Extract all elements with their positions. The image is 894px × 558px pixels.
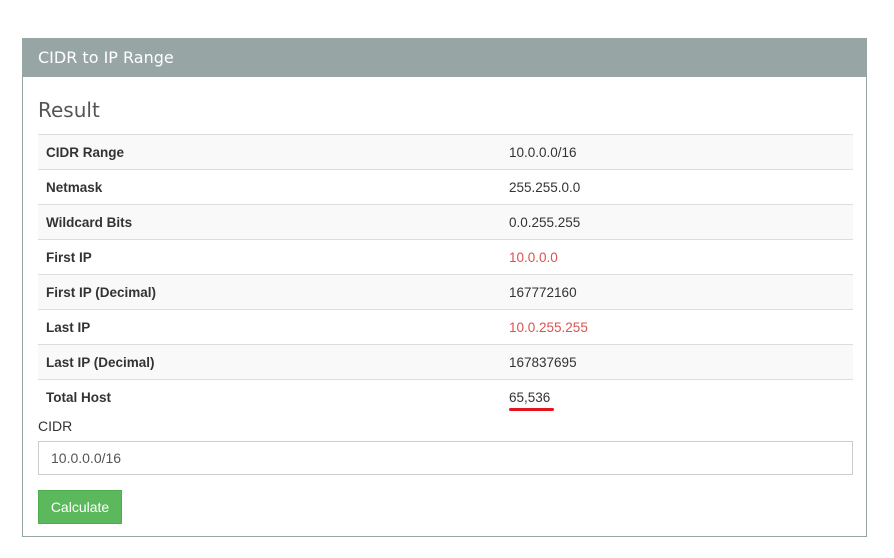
cidr-input[interactable] — [38, 440, 853, 475]
last-ip-value: 10.0.255.255 — [501, 309, 853, 345]
first-ip-value: 10.0.0.0 — [501, 239, 853, 275]
row-value: 0.0.255.255 — [501, 204, 853, 240]
row-label: CIDR Range — [38, 134, 501, 170]
result-heading: Result — [38, 98, 100, 122]
result-table: CIDR Range 10.0.0.0/16 Netmask 255.255.0… — [38, 134, 853, 415]
total-host-value: 65,536 — [509, 389, 555, 411]
row-label: Wildcard Bits — [38, 204, 501, 240]
row-value: 10.0.0.0/16 — [501, 134, 853, 170]
table-row: CIDR Range 10.0.0.0/16 — [38, 134, 853, 170]
row-value: 255.255.0.0 — [501, 169, 853, 205]
row-label: Last IP (Decimal) — [38, 344, 501, 380]
table-row: Last IP 10.0.255.255 — [38, 309, 853, 345]
row-label: Last IP — [38, 309, 501, 345]
table-row: Total Host 65,536 — [38, 379, 853, 415]
table-row: Netmask 255.255.0.0 — [38, 169, 853, 205]
row-label: Total Host — [38, 379, 501, 415]
total-host-cell: 65,536 — [501, 379, 853, 415]
row-label: First IP (Decimal) — [38, 274, 501, 310]
table-row: First IP 10.0.0.0 — [38, 239, 853, 275]
row-value: 167837695 — [501, 344, 853, 380]
table-row: Wildcard Bits 0.0.255.255 — [38, 204, 853, 240]
row-value: 167772160 — [501, 274, 853, 310]
row-label: First IP — [38, 239, 501, 275]
calculate-button[interactable]: Calculate — [38, 489, 122, 524]
cidr-label: CIDR — [38, 417, 73, 434]
row-label: Netmask — [38, 169, 501, 205]
table-row: Last IP (Decimal) 167837695 — [38, 344, 853, 380]
panel-title: CIDR to IP Range — [23, 39, 866, 77]
table-row: First IP (Decimal) 167772160 — [38, 274, 853, 310]
cidr-panel: CIDR to IP Range Result CIDR Range 10.0.… — [22, 38, 867, 537]
panel-body: Result CIDR Range 10.0.0.0/16 Netmask 25… — [23, 77, 866, 524]
